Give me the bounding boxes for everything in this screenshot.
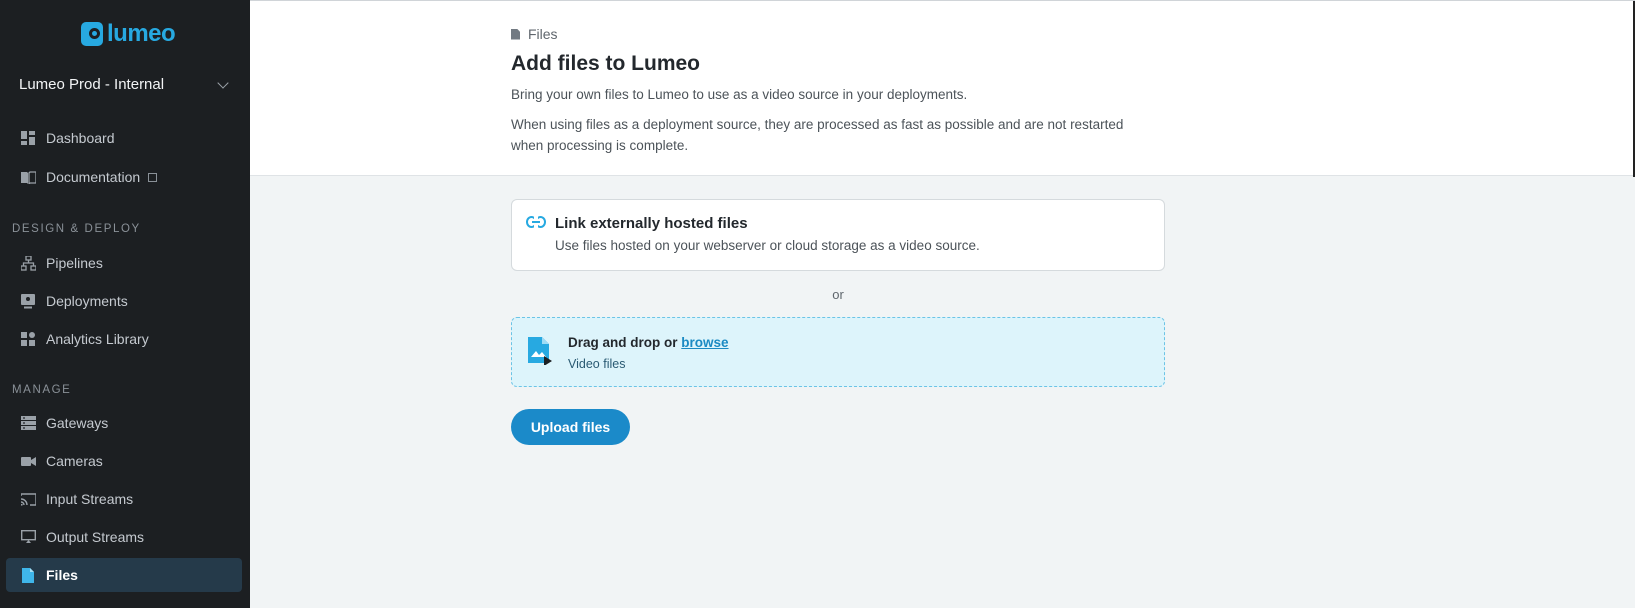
- sidebar-item-files[interactable]: Files: [6, 558, 242, 592]
- gateway-icon: [20, 415, 36, 431]
- link-external-files-card[interactable]: Link externally hosted files Use files h…: [511, 199, 1165, 271]
- org-name: Lumeo Prod - Internal: [19, 76, 165, 93]
- dashboard-icon: [20, 130, 36, 146]
- cast-icon: [20, 491, 36, 507]
- logo-text: lumeo: [107, 20, 176, 47]
- sidebar-item-label: Deployments: [46, 293, 128, 309]
- breadcrumb: Files: [511, 26, 558, 42]
- sidebar-item-label: Input Streams: [46, 491, 134, 507]
- section-title-manage: MANAGE: [12, 384, 72, 396]
- external-link-icon: [148, 172, 158, 182]
- page-title: Add files to Lumeo: [511, 52, 700, 75]
- link-card-title: Link externally hosted files: [555, 215, 748, 232]
- sidebar-item-documentation[interactable]: Documentation: [6, 160, 242, 194]
- monitor-icon: [20, 529, 36, 545]
- sidebar-item-gateways[interactable]: Gateways: [6, 406, 242, 440]
- video-file-icon: [528, 337, 552, 370]
- sidebar-item-label: Cameras: [46, 453, 103, 469]
- page-description-secondary: When using files as a deployment source,…: [511, 117, 1124, 153]
- pipeline-icon: [20, 255, 36, 271]
- lumeo-logo-icon: [81, 22, 103, 46]
- upload-files-button[interactable]: Upload files: [511, 409, 630, 445]
- browse-link[interactable]: browse: [681, 335, 728, 350]
- sidebar-item-dashboard[interactable]: Dashboard: [6, 121, 242, 155]
- document-icon: [511, 28, 520, 40]
- sidebar-item-input-streams[interactable]: Input Streams: [6, 482, 242, 516]
- sidebar-item-label: Output Streams: [46, 529, 145, 545]
- sidebar: lumeo Lumeo Prod - Internal Dashboard Do…: [0, 0, 250, 608]
- deployment-icon: [20, 293, 36, 309]
- sidebar-item-label: Documentation: [46, 169, 141, 185]
- book-icon: [20, 169, 36, 185]
- analytics-icon: [20, 331, 36, 347]
- dropzone-prefix: Drag and drop or: [568, 335, 682, 350]
- sidebar-item-label: Dashboard: [46, 130, 115, 146]
- org-selector[interactable]: Lumeo Prod - Internal: [19, 76, 231, 93]
- sidebar-item-output-streams[interactable]: Output Streams: [6, 520, 242, 554]
- sidebar-item-deployments[interactable]: Deployments: [6, 284, 242, 318]
- chevron-down-icon: [217, 76, 229, 89]
- lumeo-logo[interactable]: lumeo: [81, 20, 176, 48]
- section-title-design-deploy: DESIGN & DEPLOY: [12, 223, 141, 235]
- dropzone-hint: Video files: [568, 357, 626, 371]
- sidebar-item-cameras[interactable]: Cameras: [6, 444, 242, 478]
- camera-icon: [20, 453, 36, 469]
- sidebar-item-label: Files: [46, 567, 78, 583]
- breadcrumb-label: Files: [528, 26, 558, 42]
- file-icon: [20, 567, 36, 583]
- sidebar-item-pipelines[interactable]: Pipelines: [6, 246, 242, 280]
- sidebar-item-label: Analytics Library: [46, 331, 149, 347]
- page-description: Bring your own files to Lumeo to use as …: [511, 87, 968, 102]
- sidebar-item-label: Gateways: [46, 415, 109, 431]
- link-icon: [526, 215, 546, 233]
- file-dropzone[interactable]: Drag and drop or browse Video files: [511, 317, 1165, 387]
- or-separator: or: [832, 287, 844, 302]
- sidebar-item-label: Pipelines: [46, 255, 103, 271]
- sidebar-item-analytics-library[interactable]: Analytics Library: [6, 322, 242, 356]
- dropzone-title: Drag and drop or browse: [568, 335, 729, 350]
- link-card-subtitle: Use files hosted on your webserver or cl…: [555, 238, 980, 253]
